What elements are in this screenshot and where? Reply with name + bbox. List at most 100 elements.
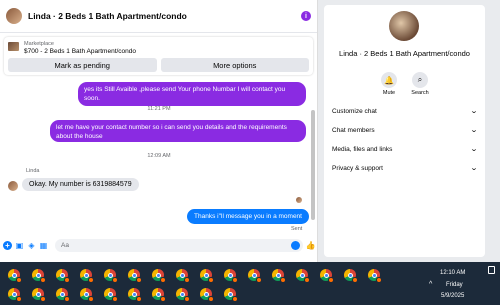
incoming-message[interactable]: Okay. My number is 6319884579 — [22, 178, 139, 191]
taskbar — [0, 262, 500, 305]
clock-day[interactable]: Friday — [446, 282, 463, 288]
section-customize-chat[interactable]: Customize chat ⌄ — [332, 105, 479, 117]
sender-avatar[interactable] — [8, 181, 18, 191]
browser-taskbar-icon[interactable] — [200, 288, 214, 302]
chevron-down-icon: ⌄ — [469, 108, 479, 115]
listing-title[interactable]: $700 - 2 Beds 1 Bath Apartment/condo — [24, 48, 136, 55]
composer: + ▣ ◈ ▦ Aa 👍 — [0, 236, 318, 254]
browser-taskbar-icon[interactable] — [32, 288, 46, 302]
section-privacy-support[interactable]: Privacy & support ⌄ — [332, 162, 479, 174]
search-action[interactable]: ⌕ Search — [405, 72, 435, 96]
badge-icon — [112, 277, 118, 283]
listing-card[interactable]: Marketplace $700 - 2 Beds 1 Bath Apartme… — [4, 37, 313, 75]
browser-taskbar-icon[interactable] — [8, 288, 22, 302]
browser-taskbar-icon[interactable] — [368, 269, 382, 283]
message-line: let me have your contact number so i can… — [56, 124, 287, 131]
badge-icon — [64, 277, 70, 283]
browser-taskbar-icon[interactable] — [296, 269, 310, 283]
gif-icon[interactable]: ▦ — [39, 241, 48, 250]
chat-header: Linda · 2 Beds 1 Bath Apartment/condo i — [0, 0, 317, 33]
browser-taskbar-icon[interactable] — [152, 288, 166, 302]
badge-icon — [40, 277, 46, 283]
badge-icon — [208, 277, 214, 283]
avatar[interactable] — [6, 8, 22, 24]
emoji-icon[interactable] — [291, 240, 300, 250]
browser-taskbar-icon[interactable] — [272, 269, 286, 283]
bell-icon[interactable]: 🔔 — [381, 72, 397, 88]
badge-icon — [280, 277, 286, 283]
badge-icon — [88, 296, 94, 302]
badge-icon — [136, 296, 142, 302]
search-label: Search — [411, 90, 429, 96]
section-media-files-links[interactable]: Media, files and links ⌄ — [332, 143, 479, 155]
badge-icon — [160, 296, 166, 302]
browser-taskbar-icon[interactable] — [224, 269, 238, 283]
browser-taskbar-icon[interactable] — [104, 288, 118, 302]
image-icon[interactable]: ▣ — [15, 241, 24, 250]
badge-icon — [88, 277, 94, 283]
message-list: yes its Still Avaible ,please send Your … — [0, 76, 318, 236]
badge-icon — [16, 296, 22, 302]
chevron-down-icon: ⌄ — [469, 146, 479, 153]
browser-taskbar-icon[interactable] — [176, 269, 190, 283]
badge-icon — [64, 296, 70, 302]
listing-thumbnail — [8, 42, 19, 51]
badge-icon — [328, 277, 334, 283]
info-title: Linda · 2 Beds 1 Bath Apartment/condo — [339, 49, 470, 58]
browser-taskbar-icon[interactable] — [104, 269, 118, 283]
info-icon[interactable]: i — [301, 11, 311, 21]
message-input[interactable]: Aa — [55, 238, 303, 252]
mute-label: Mute — [382, 90, 396, 96]
scrollbar[interactable] — [311, 110, 315, 220]
sticker-icon[interactable]: ◈ — [27, 241, 36, 250]
timestamp: 11:21 PM — [147, 106, 171, 112]
browser-taskbar-icon[interactable] — [224, 288, 238, 302]
section-chat-members[interactable]: Chat members ⌄ — [332, 124, 479, 136]
clock-time[interactable]: 12:10 AM — [440, 270, 465, 276]
mute-action[interactable]: 🔔 Mute — [374, 72, 404, 96]
browser-taskbar-icon[interactable] — [80, 288, 94, 302]
badge-icon — [136, 277, 142, 283]
chevron-up-icon[interactable]: ^ — [429, 281, 432, 288]
thumbs-up-icon[interactable]: 👍 — [306, 241, 316, 250]
browser-taskbar-icon[interactable] — [128, 288, 142, 302]
section-label: Media, files and links — [332, 145, 393, 153]
browser-taskbar-icon[interactable] — [152, 269, 166, 283]
badge-icon — [304, 277, 310, 283]
badge-icon — [208, 296, 214, 302]
badge-icon — [376, 277, 382, 283]
profile-avatar[interactable] — [389, 11, 419, 41]
badge-icon — [352, 277, 358, 283]
browser-taskbar-icon[interactable] — [80, 269, 94, 283]
outgoing-message[interactable]: Thanks i''ll message you in a moment — [187, 209, 309, 224]
browser-taskbar-icon[interactable] — [56, 269, 70, 283]
badge-icon — [232, 277, 238, 283]
badge-icon — [232, 296, 238, 302]
plus-icon[interactable]: + — [3, 240, 12, 250]
browser-taskbar-icon[interactable] — [248, 269, 262, 283]
timestamp: 12:09 AM — [147, 153, 171, 159]
sent-status: Sent — [291, 226, 303, 232]
browser-taskbar-icon[interactable] — [176, 288, 190, 302]
browser-taskbar-icon[interactable] — [8, 269, 22, 283]
browser-taskbar-icon[interactable] — [32, 269, 46, 283]
clock-date[interactable]: 5/9/2025 — [441, 293, 464, 299]
badge-icon — [184, 277, 190, 283]
badge-icon — [112, 296, 118, 302]
browser-taskbar-icon[interactable] — [320, 269, 334, 283]
chat-title[interactable]: Linda · 2 Beds 1 Bath Apartment/condo — [28, 11, 301, 21]
info-panel: Linda · 2 Beds 1 Bath Apartment/condo 🔔 … — [324, 5, 485, 257]
mark-as-pending-button[interactable]: Mark as pending — [8, 58, 157, 72]
outgoing-message[interactable]: yes its Still Avaible ,please send Your … — [78, 82, 306, 106]
chevron-down-icon: ⌄ — [469, 165, 479, 172]
browser-taskbar-icon[interactable] — [128, 269, 142, 283]
sender-name: Linda — [26, 168, 40, 174]
browser-taskbar-icon[interactable] — [200, 269, 214, 283]
chevron-down-icon: ⌄ — [469, 127, 479, 134]
more-options-button[interactable]: More options — [160, 58, 309, 72]
notification-icon[interactable] — [488, 266, 495, 274]
browser-taskbar-icon[interactable] — [56, 288, 70, 302]
browser-taskbar-icon[interactable] — [344, 269, 358, 283]
outgoing-message[interactable]: let me have your contact number so i can… — [50, 120, 306, 142]
search-icon[interactable]: ⌕ — [412, 72, 428, 88]
